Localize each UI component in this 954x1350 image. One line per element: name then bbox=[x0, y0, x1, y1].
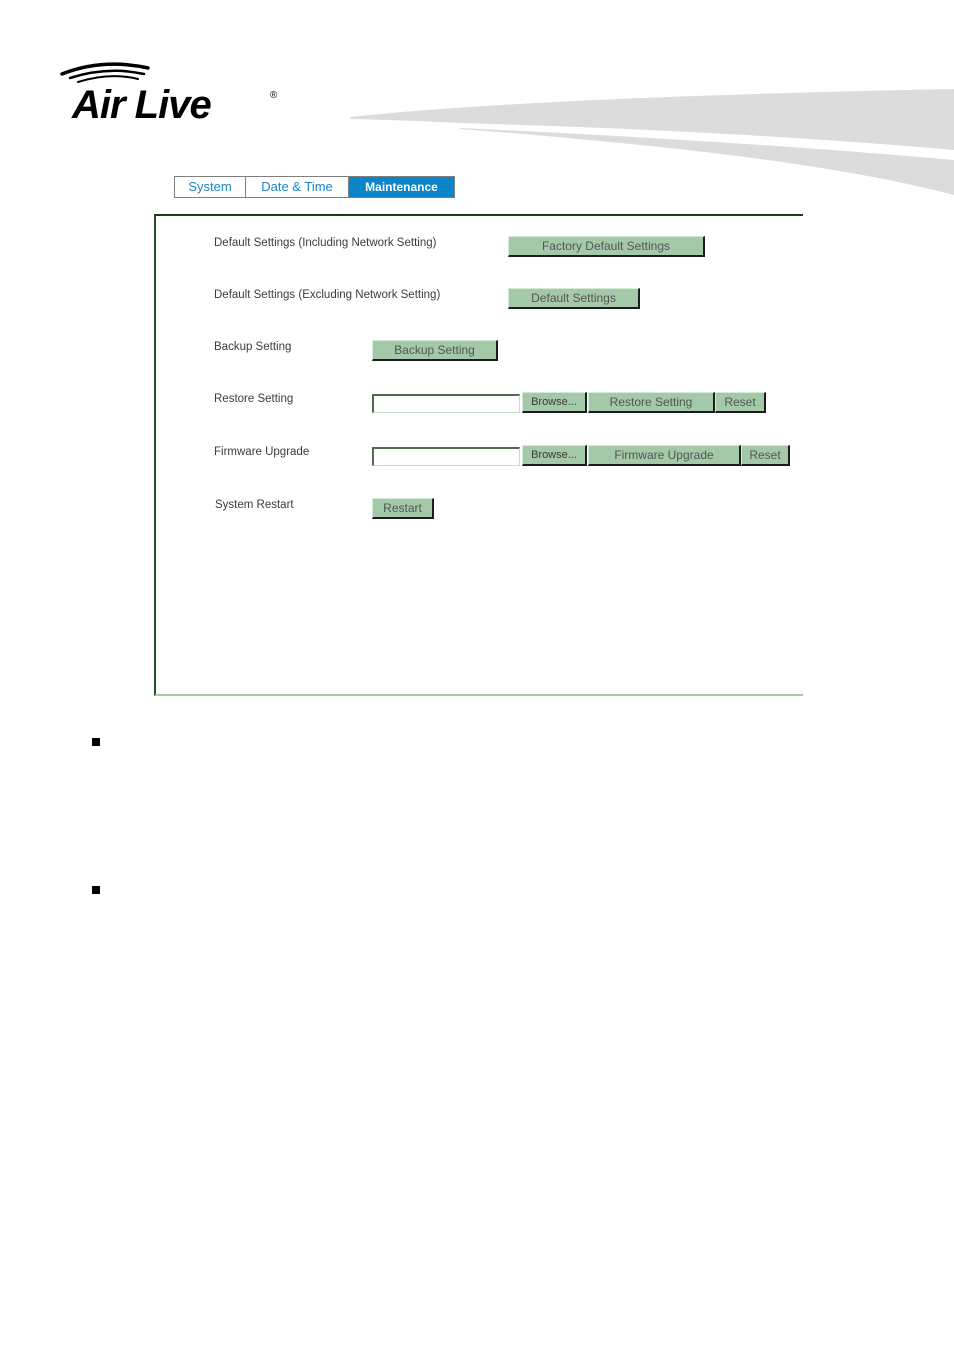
backup-setting-button[interactable]: Backup Setting bbox=[372, 340, 498, 361]
default-settings-label: Default Settings (Excluding Network Sett… bbox=[214, 289, 441, 301]
square-bullet-icon bbox=[92, 738, 100, 746]
firmware-upgrade-button[interactable]: Firmware Upgrade bbox=[588, 445, 741, 466]
restore-browse-button[interactable]: Browse... bbox=[522, 392, 587, 413]
factory-default-label: Default Settings (Including Network Sett… bbox=[214, 237, 437, 249]
tab-maintenance[interactable]: Maintenance bbox=[348, 176, 455, 198]
maintenance-panel: Default Settings (Including Network Sett… bbox=[154, 214, 803, 696]
firmware-reset-button[interactable]: Reset bbox=[741, 445, 790, 466]
airlive-logo: Air Live ® bbox=[58, 60, 283, 125]
firmware-browse-button[interactable]: Browse... bbox=[522, 445, 587, 466]
firmware-file-input[interactable] bbox=[372, 447, 520, 466]
system-restart-label: System Restart bbox=[215, 499, 294, 511]
restore-file-input[interactable] bbox=[372, 394, 520, 413]
settings-tabs: System Date & Time Maintenance bbox=[174, 176, 455, 198]
tab-system[interactable]: System bbox=[174, 176, 245, 198]
default-settings-button[interactable]: Default Settings bbox=[508, 288, 640, 309]
firmware-upgrade-label: Firmware Upgrade bbox=[214, 446, 310, 458]
restore-setting-button[interactable]: Restore Setting bbox=[588, 392, 715, 413]
registered-mark: ® bbox=[270, 90, 278, 101]
restart-button[interactable]: Restart bbox=[372, 498, 434, 519]
square-bullet-icon bbox=[92, 886, 100, 894]
svg-text:Air Live: Air Live bbox=[71, 83, 211, 125]
tab-date-time[interactable]: Date & Time bbox=[245, 176, 348, 198]
backup-setting-label: Backup Setting bbox=[214, 341, 292, 353]
factory-default-settings-button[interactable]: Factory Default Settings bbox=[508, 236, 705, 257]
restore-reset-button[interactable]: Reset bbox=[715, 392, 766, 413]
signal-arcs-icon bbox=[60, 62, 150, 83]
restore-setting-label: Restore Setting bbox=[214, 393, 294, 405]
